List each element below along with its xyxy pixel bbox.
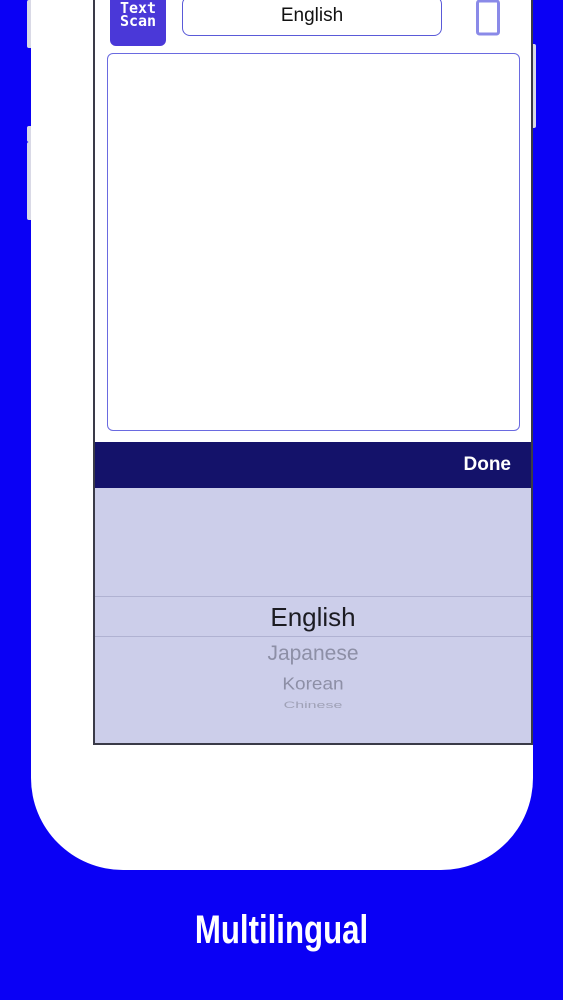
logo-text-line2: Scan [119,12,157,30]
phone-frame: Text Scan English Done English Japanese … [31,0,533,870]
language-selector[interactable]: English [182,0,442,36]
language-picker[interactable]: English Japanese Korean Chinese [95,488,531,743]
app-logo: Text Scan [110,0,166,46]
app-screen: Text Scan English Done English Japanese … [93,0,533,745]
trash-icon[interactable] [473,0,503,36]
scanned-text-area[interactable] [107,53,520,431]
picker-option-english[interactable]: English [95,599,531,635]
picker-selection-top-line [95,596,531,597]
picker-option-chinese[interactable]: Chinese [95,701,531,710]
picker-option-korean[interactable]: Korean [95,675,531,695]
picker-option-japanese[interactable]: Japanese [95,641,531,667]
picker-toolbar: Done [95,442,531,488]
done-button[interactable]: Done [464,442,512,488]
feature-caption: Multilingual [194,908,369,952]
picker-selection-bottom-line [95,636,531,637]
